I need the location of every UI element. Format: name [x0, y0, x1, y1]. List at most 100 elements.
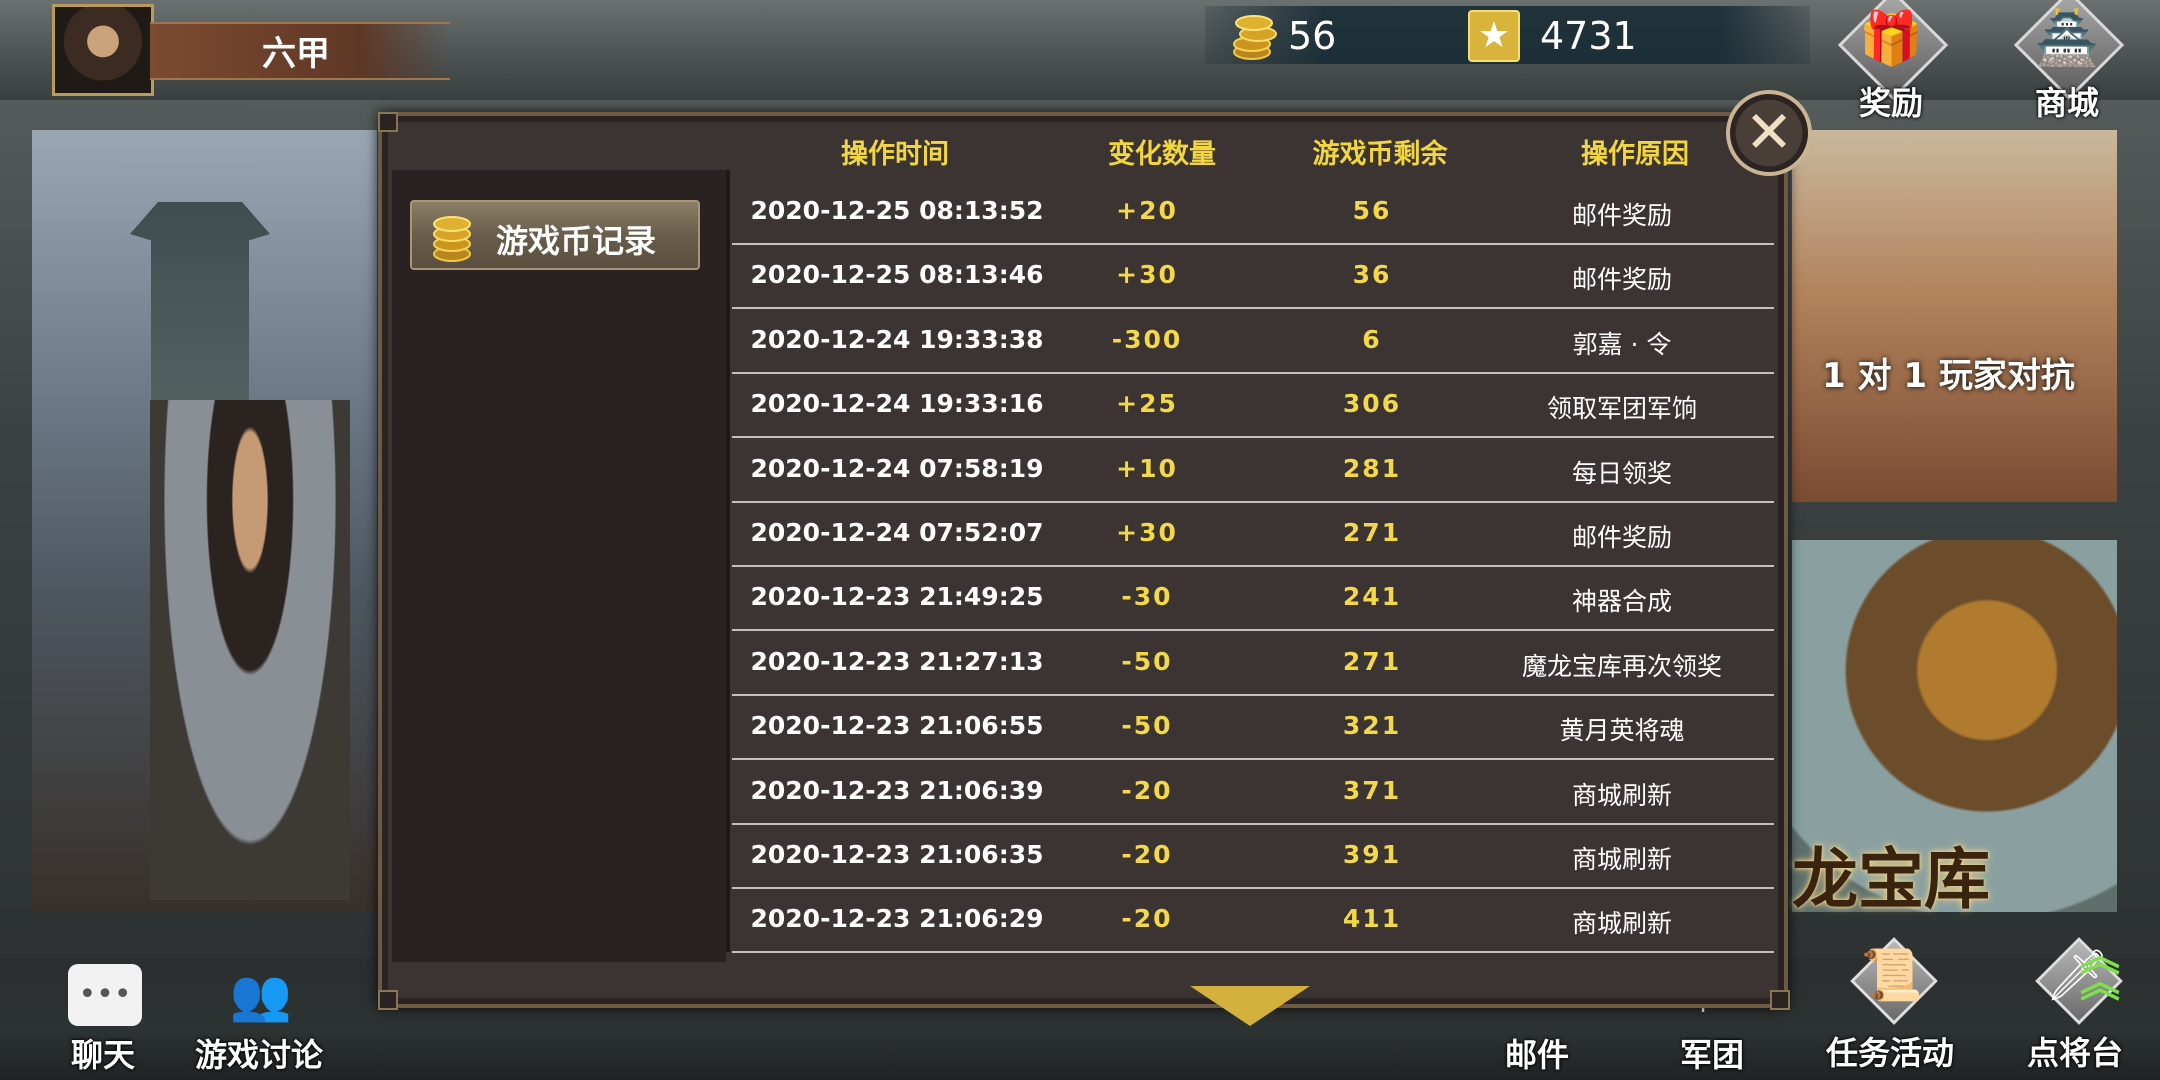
row-time: 2020-12-25 08:13:46 [750, 260, 1044, 290]
row-delta: -50 [1121, 646, 1173, 676]
chat-icon: ••• [68, 964, 142, 1026]
row-time: 2020-12-23 21:49:25 [750, 582, 1044, 612]
row-delta: -20 [1121, 775, 1173, 805]
column-header-balance: 游戏币剩余 [1312, 139, 1448, 170]
hero-art [150, 400, 350, 900]
row-reason: 邮件奖励 [1571, 523, 1672, 552]
chat-button[interactable]: ••• 聊天 [28, 960, 178, 1080]
row-reason: 神器合成 [1571, 587, 1672, 617]
row-reason: 领取军团军饷 [1546, 394, 1697, 424]
frame-corner [1770, 990, 1790, 1010]
coin-stack-icon [433, 216, 471, 262]
row-time: 2020-12-23 21:06:29 [750, 904, 1044, 934]
row-balance: 371 [1342, 775, 1402, 805]
row-balance: 411 [1342, 904, 1402, 934]
pvp-banner-title: 1 对 1 玩家对抗 [1822, 356, 2075, 396]
star-count: 4731 [1540, 14, 1637, 58]
table-row: 2020-12-23 21:49:25 -30 241 神器合成 [732, 568, 1774, 632]
row-divider [732, 822, 1774, 825]
row-balance: 271 [1342, 646, 1402, 676]
table-row: 2020-12-24 07:52:07 +30 271 邮件奖励 [732, 504, 1774, 567]
scroll-down-arrow-icon[interactable] [1190, 986, 1310, 1026]
table-row: 2020-12-23 21:06:39 -20 371 商城刷新 [732, 762, 1774, 825]
discussion-button[interactable]: 👥 游戏讨论 [184, 960, 334, 1080]
row-delta: +30 [1116, 260, 1178, 290]
pvp-banner[interactable] [1792, 130, 2117, 502]
upgrade-arrows-icon: ︽ ︽ [2080, 934, 2120, 1006]
row-divider [732, 629, 1774, 632]
row-time: 2020-12-24 19:33:38 [750, 324, 1044, 354]
row-balance: 241 [1342, 582, 1402, 612]
row-divider [732, 565, 1774, 567]
row-balance: 56 [1352, 196, 1392, 225]
table-row: 2020-12-23 21:27:13 -50 271 魔龙宝库再次领奖 [732, 633, 1774, 696]
rewards-label: 奖励 [1858, 84, 1923, 122]
row-reason: 魔龙宝库再次领奖 [1521, 651, 1722, 681]
table-row: 2020-12-23 21:06:35 -20 391 商城刷新 [732, 826, 1774, 889]
dialog-side-panel [392, 170, 726, 962]
row-balance: 281 [1342, 453, 1402, 483]
quests-button[interactable]: 📜 任务活动 [1815, 937, 1965, 1072]
row-delta: -20 [1121, 904, 1173, 934]
row-delta: +30 [1116, 518, 1178, 547]
player-name: 六甲 [262, 34, 330, 74]
coin-count: 56 [1288, 14, 1337, 58]
row-time: 2020-12-24 19:33:16 [750, 389, 1044, 419]
row-reason: 商城刷新 [1571, 909, 1672, 939]
row-balance: 391 [1342, 840, 1402, 869]
row-time: 2020-12-23 21:06:39 [750, 775, 1044, 805]
treasury-banner-title: 龙宝库 [1792, 841, 1990, 918]
table-row: 2020-12-24 07:58:19 +10 281 每日领奖 [732, 440, 1774, 503]
panel-divider [726, 170, 730, 952]
shop-button[interactable]: 🏯 商城 [2012, 0, 2125, 122]
player-avatar[interactable] [52, 4, 154, 96]
row-balance: 321 [1342, 711, 1402, 741]
row-delta: -50 [1121, 711, 1173, 741]
table-row: 2020-12-24 19:33:38 -300 6 郭嘉 · 令 [732, 311, 1774, 374]
table-row: 2020-12-23 21:06:55 -50 321 黄月英将魂 [732, 697, 1774, 761]
row-balance: 271 [1342, 518, 1402, 547]
row-divider [732, 887, 1774, 889]
row-divider [732, 758, 1774, 761]
frame-corner [378, 990, 398, 1010]
row-delta: +25 [1116, 389, 1178, 419]
coin-record-tab[interactable]: 游戏币记录 [410, 200, 700, 270]
mail-label: 邮件 [1504, 1036, 1569, 1074]
column-header-time: 操作时间 [841, 139, 949, 170]
row-reason: 邮件奖励 [1571, 201, 1672, 230]
generals-label: 点将台 [2026, 1034, 2123, 1072]
row-time: 2020-12-24 07:58:19 [750, 453, 1044, 483]
row-divider [732, 500, 1774, 503]
row-delta: +20 [1116, 196, 1178, 225]
column-header-reason: 操作原因 [1581, 139, 1689, 170]
table-row: 2020-12-25 08:13:52 +20 56 邮件奖励 [732, 182, 1774, 245]
generals-button[interactable]: 🗡 点将台 [2000, 937, 2150, 1072]
row-delta: -300 [1111, 324, 1183, 354]
coin-record-tab-label: 游戏币记录 [496, 222, 657, 260]
row-delta: -20 [1121, 840, 1173, 869]
row-reason: 商城刷新 [1571, 780, 1672, 810]
row-reason: 郭嘉 · 令 [1572, 329, 1672, 359]
legion-label: 军团 [1679, 1036, 1744, 1074]
scroll-icon: 📜 [1860, 946, 1924, 1004]
row-time: 2020-12-24 07:52:07 [750, 518, 1044, 547]
row-balance: 306 [1342, 389, 1402, 419]
row-delta: -30 [1121, 582, 1173, 612]
row-reason: 商城刷新 [1571, 845, 1672, 874]
row-balance: 36 [1352, 260, 1392, 290]
shop-label: 商城 [2034, 84, 2099, 122]
row-delta: +10 [1116, 453, 1178, 483]
row-divider [732, 436, 1774, 439]
column-header-delta: 变化数量 [1108, 139, 1216, 170]
row-time: 2020-12-23 21:06:55 [750, 711, 1044, 741]
row-divider [732, 371, 1774, 374]
quests-label: 任务活动 [1825, 1034, 1954, 1072]
discussion-label: 游戏讨论 [194, 1036, 323, 1074]
row-balance: 6 [1362, 324, 1382, 354]
row-divider [732, 951, 1774, 954]
table-row: 2020-12-25 08:13:46 +30 36 邮件奖励 [732, 246, 1774, 310]
star-icon: ★ [1468, 10, 1520, 62]
row-time: 2020-12-25 08:13:52 [750, 196, 1044, 225]
rewards-button[interactable]: 🎁 奖励 [1836, 0, 1949, 122]
row-reason: 黄月英将魂 [1559, 716, 1685, 746]
